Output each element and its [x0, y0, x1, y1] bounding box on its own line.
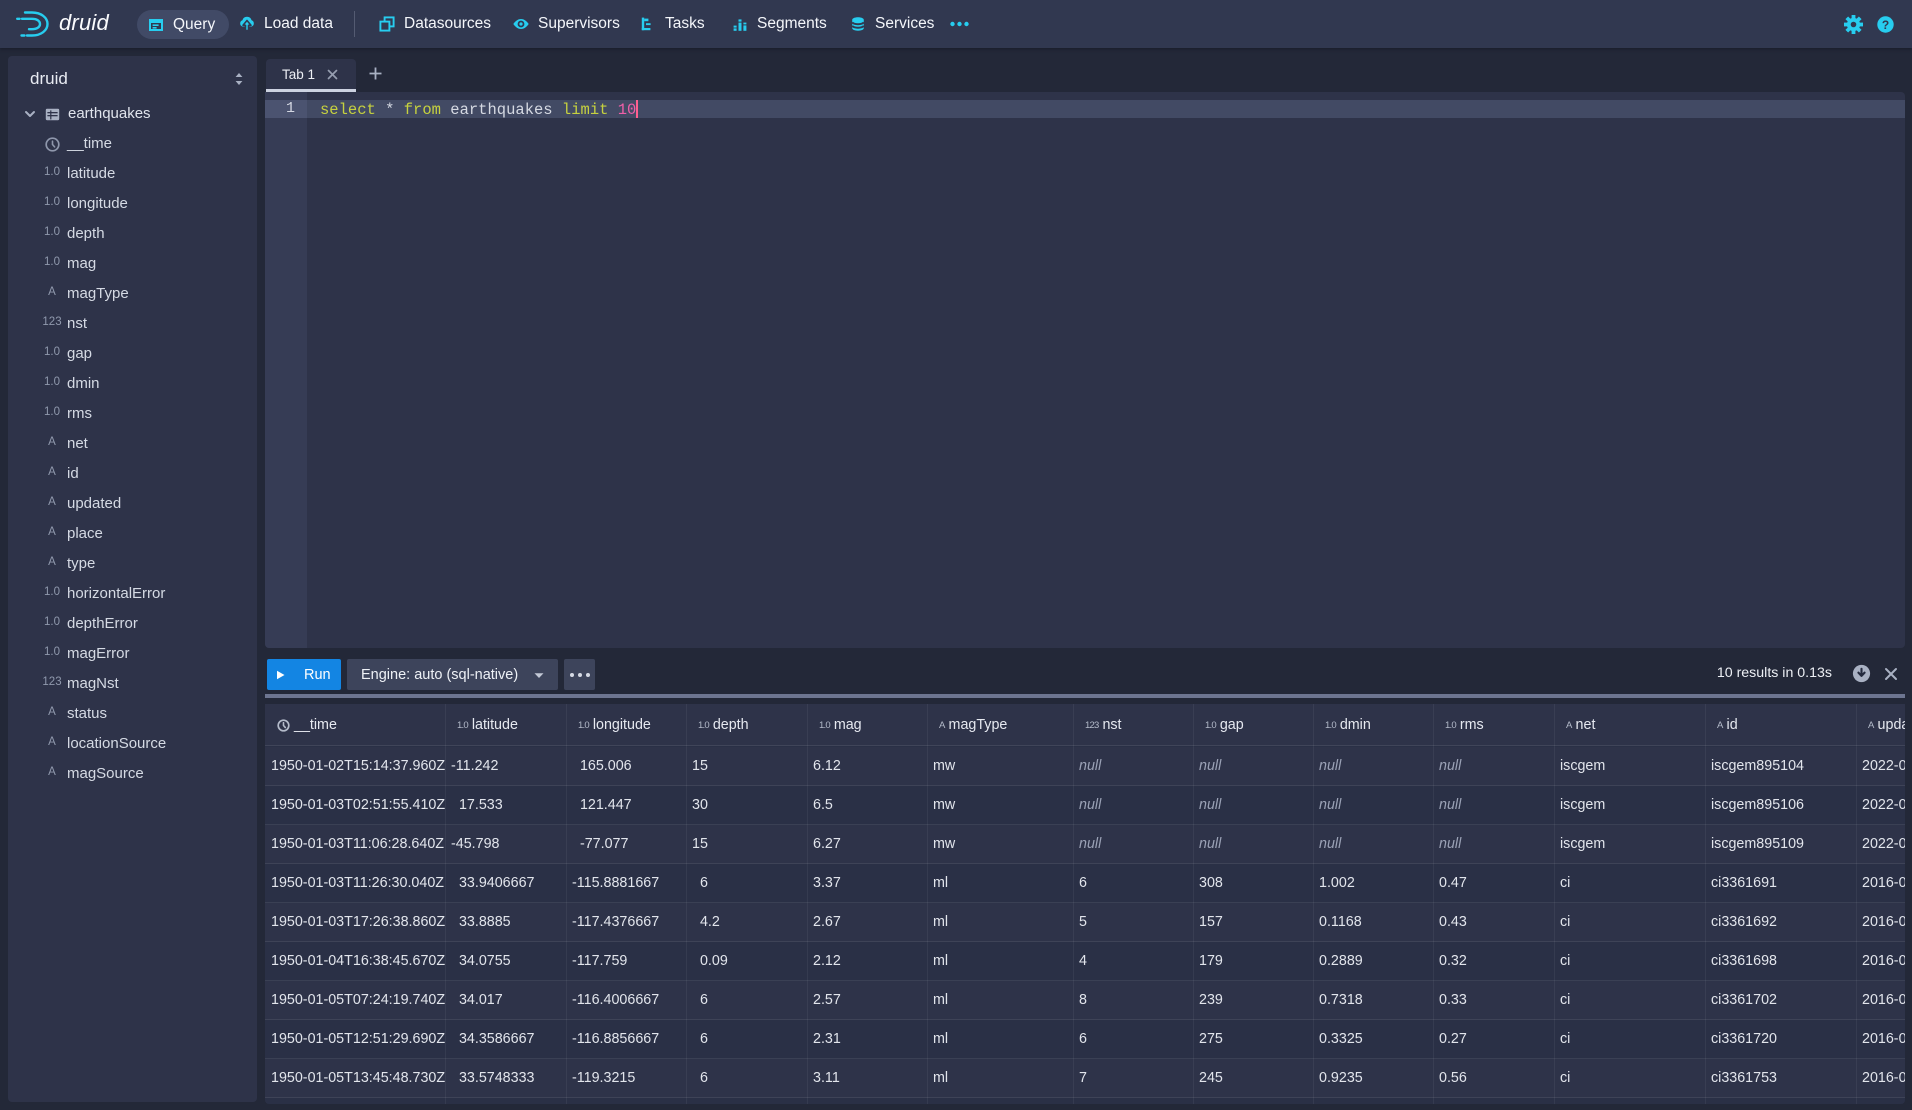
svg-text:?: ?: [1882, 18, 1889, 32]
